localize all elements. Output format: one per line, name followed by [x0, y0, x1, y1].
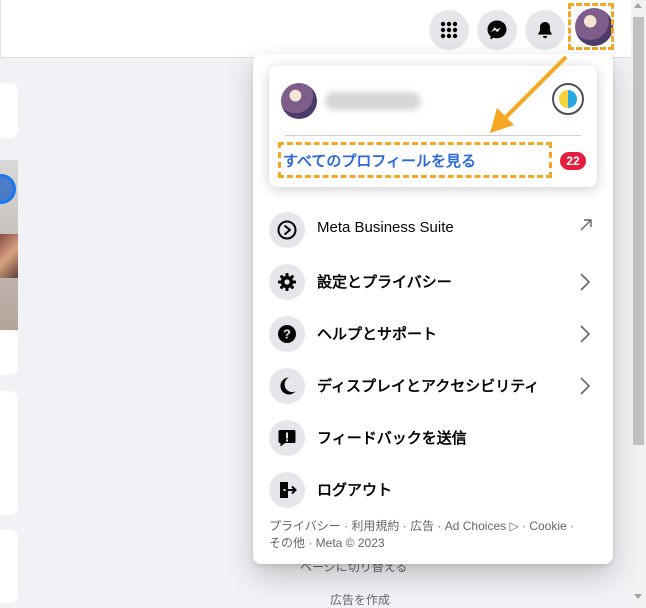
- annotation-arrow: [490, 55, 568, 133]
